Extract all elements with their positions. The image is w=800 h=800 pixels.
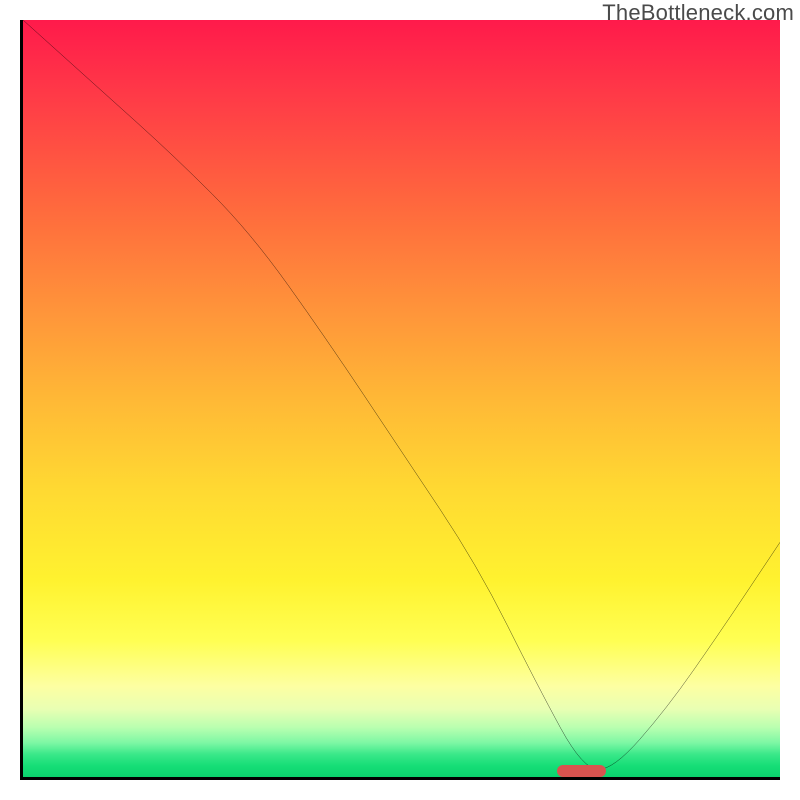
chart-frame: TheBottleneck.com xyxy=(0,0,800,800)
plot-area xyxy=(20,20,780,780)
optimum-marker xyxy=(557,765,606,777)
bottleneck-curve xyxy=(23,20,780,777)
